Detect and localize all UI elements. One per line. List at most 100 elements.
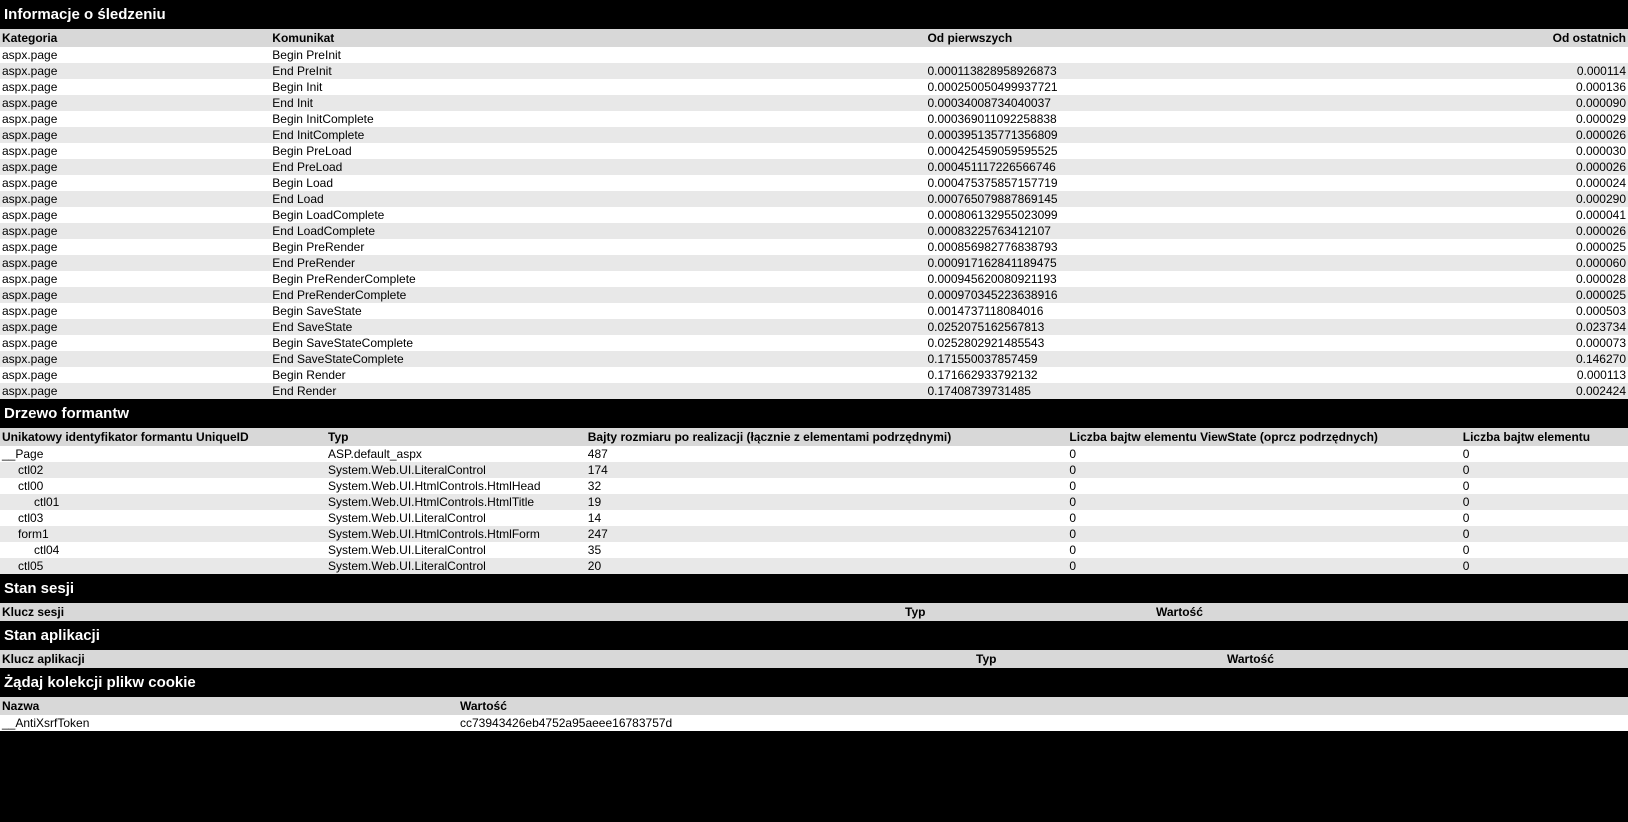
cell-from-last: 0.023734: [1532, 319, 1628, 335]
th-app-value: Wartość: [1225, 650, 1628, 668]
cell-from-last: 0.000290: [1532, 191, 1628, 207]
cell-from-last: 0.000113: [1532, 367, 1628, 383]
th-from-last: Od ostatnich: [1532, 29, 1628, 47]
cell-viewstate: 0: [1067, 478, 1460, 494]
cell-from-first: 0.171550037857459: [925, 351, 1532, 367]
cell-from-last: 0.000090: [1532, 95, 1628, 111]
cell-render: 35: [586, 542, 1068, 558]
cell-from-first: 0.000369011092258838: [925, 111, 1532, 127]
cell-from-last: 0.146270: [1532, 351, 1628, 367]
table-row: aspx.pageBegin InitComplete0.00036901109…: [0, 111, 1628, 127]
cell-controlstate: 0: [1461, 558, 1628, 574]
cell-uid: ctl01: [0, 494, 326, 510]
cell-from-first: 0.000945620080921193: [925, 271, 1532, 287]
cell-category: aspx.page: [0, 63, 270, 79]
table-row: ctl03System.Web.UI.LiteralControl1400: [0, 510, 1628, 526]
cell-message: End PreRender: [270, 255, 925, 271]
cell-type: System.Web.UI.HtmlControls.HtmlHead: [326, 478, 586, 494]
cell-uid: ctl05: [0, 558, 326, 574]
cell-from-last: 0.000073: [1532, 335, 1628, 351]
table-row: aspx.pageBegin PreRender0.00085698277683…: [0, 239, 1628, 255]
cell-controlstate: 0: [1461, 494, 1628, 510]
cell-category: aspx.page: [0, 287, 270, 303]
table-row: aspx.pageBegin LoadComplete0.00080613295…: [0, 207, 1628, 223]
th-message: Komunikat: [270, 29, 925, 47]
th-type: Typ: [326, 428, 586, 446]
cell-message: End Render: [270, 383, 925, 399]
cell-type: System.Web.UI.HtmlControls.HtmlTitle: [326, 494, 586, 510]
cookies-title: Żądaj kolekcji plikw cookie: [0, 668, 1628, 697]
table-row: aspx.pageBegin PreLoad0.0004254590595955…: [0, 143, 1628, 159]
cell-controlstate: 0: [1461, 462, 1628, 478]
cell-category: aspx.page: [0, 223, 270, 239]
cell-type: System.Web.UI.LiteralControl: [326, 558, 586, 574]
cell-message: Begin InitComplete: [270, 111, 925, 127]
cell-from-first: 0.000113828958926873: [925, 63, 1532, 79]
cell-uid: ctl04: [0, 542, 326, 558]
cell-cookie-name: __AntiXsrfToken: [0, 715, 458, 731]
table-row: ctl04System.Web.UI.LiteralControl3500: [0, 542, 1628, 558]
table-row: aspx.pageBegin Load0.0004753758571577190…: [0, 175, 1628, 191]
cell-uid: form1: [0, 526, 326, 542]
cell-render: 20: [586, 558, 1068, 574]
cell-render: 247: [586, 526, 1068, 542]
table-row: aspx.pageBegin PreRenderComplete0.000945…: [0, 271, 1628, 287]
cell-controlstate: 0: [1461, 542, 1628, 558]
cell-message: End Load: [270, 191, 925, 207]
cell-category: aspx.page: [0, 335, 270, 351]
cell-viewstate: 0: [1067, 526, 1460, 542]
th-session-type: Typ: [903, 603, 1154, 621]
cell-category: aspx.page: [0, 175, 270, 191]
cell-message: End PreLoad: [270, 159, 925, 175]
cell-viewstate: 0: [1067, 446, 1460, 462]
cell-category: aspx.page: [0, 271, 270, 287]
cell-from-last: 0.000060: [1532, 255, 1628, 271]
cell-viewstate: 0: [1067, 542, 1460, 558]
cell-from-first: [925, 47, 1532, 63]
cell-message: End LoadComplete: [270, 223, 925, 239]
cell-controlstate: 0: [1461, 446, 1628, 462]
table-row: aspx.pageEnd Render0.174087397314850.002…: [0, 383, 1628, 399]
cell-message: End PreInit: [270, 63, 925, 79]
cell-from-first: 0.0014737118084016: [925, 303, 1532, 319]
cell-message: Begin LoadComplete: [270, 207, 925, 223]
table-row: aspx.pageEnd SaveStateComplete0.17155003…: [0, 351, 1628, 367]
cell-message: Begin Render: [270, 367, 925, 383]
cell-type: System.Web.UI.LiteralControl: [326, 542, 586, 558]
cell-category: aspx.page: [0, 127, 270, 143]
cell-from-first: 0.171662933792132: [925, 367, 1532, 383]
cell-from-first: 0.000806132955023099: [925, 207, 1532, 223]
table-row: ctl00System.Web.UI.HtmlControls.HtmlHead…: [0, 478, 1628, 494]
cell-category: aspx.page: [0, 303, 270, 319]
cell-render: 174: [586, 462, 1068, 478]
session-state-title: Stan sesji: [0, 574, 1628, 603]
cell-viewstate: 0: [1067, 494, 1460, 510]
table-row: ctl01System.Web.UI.HtmlControls.HtmlTitl…: [0, 494, 1628, 510]
table-row: form1System.Web.UI.HtmlControls.HtmlForm…: [0, 526, 1628, 542]
cell-controlstate: 0: [1461, 526, 1628, 542]
cell-message: End SaveStateComplete: [270, 351, 925, 367]
cell-render: 32: [586, 478, 1068, 494]
trace-info-title: Informacje o śledzeniu: [0, 0, 1628, 29]
cell-from-last: 0.000026: [1532, 127, 1628, 143]
cell-message: End InitComplete: [270, 127, 925, 143]
cell-category: aspx.page: [0, 143, 270, 159]
cell-from-last: 0.000026: [1532, 159, 1628, 175]
cell-category: aspx.page: [0, 383, 270, 399]
cell-from-first: 0.000970345223638916: [925, 287, 1532, 303]
th-uid: Unikatowy identyfikator formantu UniqueI…: [0, 428, 326, 446]
cell-message: Begin SaveState: [270, 303, 925, 319]
cell-from-first: 0.000765079887869145: [925, 191, 1532, 207]
cell-from-first: 0.000425459059595525: [925, 143, 1532, 159]
cell-uid: ctl03: [0, 510, 326, 526]
th-category: Kategoria: [0, 29, 270, 47]
table-row: aspx.pageBegin PreInit: [0, 47, 1628, 63]
cell-from-last: 0.000029: [1532, 111, 1628, 127]
cell-controlstate: 0: [1461, 478, 1628, 494]
cell-from-last: 0.000041: [1532, 207, 1628, 223]
app-state-title: Stan aplikacji: [0, 621, 1628, 650]
cell-render: 487: [586, 446, 1068, 462]
cell-category: aspx.page: [0, 367, 270, 383]
cell-controlstate: 0: [1461, 510, 1628, 526]
table-row: aspx.pageEnd PreInit0.000113828958926873…: [0, 63, 1628, 79]
